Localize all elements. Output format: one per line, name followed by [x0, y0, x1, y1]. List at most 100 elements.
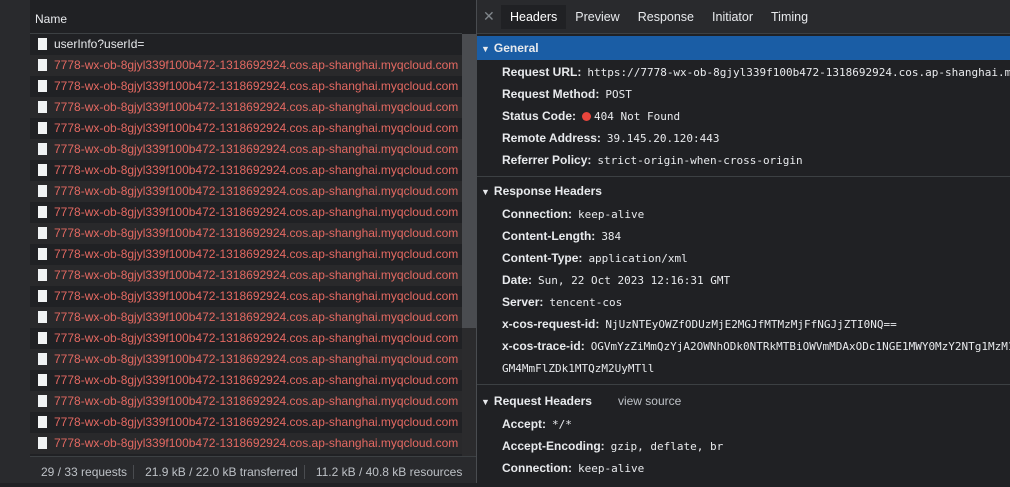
request-name: 7778-wx-ob-8gjyl339f100b472-1318692924.c…	[54, 331, 459, 345]
table-row[interactable]: 7778-wx-ob-8gjyl339f100b472-1318692924.c…	[30, 223, 462, 244]
request-header-connection: Connection: keep-alive	[502, 461, 645, 475]
table-row[interactable]: 7778-wx-ob-8gjyl339f100b472-1318692924.c…	[30, 160, 462, 181]
request-name: 7778-wx-ob-8gjyl339f100b472-1318692924.c…	[54, 310, 459, 324]
requests-count: 29 / 33 requests	[30, 465, 135, 479]
file-icon	[38, 374, 47, 386]
left-gutter	[0, 0, 30, 483]
scrollbar-thumb[interactable]	[462, 34, 476, 328]
response-header-server: Server: tencent-cos	[502, 295, 623, 309]
file-icon	[38, 164, 47, 176]
table-row[interactable]: 7778-wx-ob-8gjyl339f100b472-1318692924.c…	[30, 202, 462, 223]
general-request-method: Request Method: POST	[502, 87, 632, 101]
tab-headers[interactable]: Headers	[501, 5, 567, 29]
request-rows: userInfo?userId= 7778-wx-ob-8gjyl339f100b…	[30, 34, 462, 454]
file-icon	[38, 437, 47, 449]
tab-response[interactable]: Response	[629, 5, 703, 29]
table-row[interactable]: 7778-wx-ob-8gjyl339f100b472-1318692924.c…	[30, 139, 462, 160]
file-icon	[38, 290, 47, 302]
response-headers-section-header[interactable]: ▼ Response Headers	[477, 179, 1010, 203]
general-section-header[interactable]: ▼ General	[477, 36, 1010, 60]
table-row[interactable]: 7778-wx-ob-8gjyl339f100b472-1318692924.c…	[30, 433, 462, 454]
request-name: userInfo?userId=	[54, 37, 145, 51]
response-headers-title: Response Headers	[493, 184, 602, 198]
request-name: 7778-wx-ob-8gjyl339f100b472-1318692924.c…	[54, 415, 459, 429]
file-icon	[38, 143, 47, 155]
request-name: 7778-wx-ob-8gjyl339f100b472-1318692924.c…	[54, 142, 459, 156]
file-icon	[38, 353, 47, 365]
section-divider	[477, 384, 1010, 385]
request-header-accept-encoding: Accept-Encoding: gzip, deflate, br	[502, 439, 724, 453]
table-row[interactable]: 7778-wx-ob-8gjyl339f100b472-1318692924.c…	[30, 328, 462, 349]
triangle-down-icon: ▼	[481, 397, 490, 407]
request-name: 7778-wx-ob-8gjyl339f100b472-1318692924.c…	[54, 289, 459, 303]
request-name: 7778-wx-ob-8gjyl339f100b472-1318692924.c…	[54, 436, 459, 450]
file-icon	[38, 122, 47, 134]
table-row[interactable]: 7778-wx-ob-8gjyl339f100b472-1318692924.c…	[30, 244, 462, 265]
request-name: 7778-wx-ob-8gjyl339f100b472-1318692924.c…	[54, 205, 459, 219]
request-header-accept: Accept: */*	[502, 417, 572, 431]
network-request-panel: Name userInfo?userId= 7778-wx-ob-8gjyl339…	[0, 0, 476, 483]
table-row[interactable]: 7778-wx-ob-8gjyl339f100b472-1318692924.c…	[30, 286, 462, 307]
response-header-content-length: Content-Length: 384	[502, 229, 622, 243]
request-name: 7778-wx-ob-8gjyl339f100b472-1318692924.c…	[54, 184, 459, 198]
request-name: 7778-wx-ob-8gjyl339f100b472-1318692924.c…	[54, 226, 459, 240]
general-title: General	[493, 41, 539, 55]
file-icon	[38, 80, 47, 92]
details-tab-bar: ✕ Headers Preview Response Initiator Timing	[477, 0, 1010, 34]
table-row[interactable]: 7778-wx-ob-8gjyl339f100b472-1318692924.c…	[30, 349, 462, 370]
request-table: Name userInfo?userId= 7778-wx-ob-8gjyl339…	[30, 0, 462, 456]
name-column-header[interactable]: Name	[30, 0, 462, 34]
file-icon	[38, 38, 47, 50]
request-name: 7778-wx-ob-8gjyl339f100b472-1318692924.c…	[54, 58, 459, 72]
file-icon	[38, 332, 47, 344]
table-row[interactable]: 7778-wx-ob-8gjyl339f100b472-1318692924.c…	[30, 55, 462, 76]
table-row[interactable]: 7778-wx-ob-8gjyl339f100b472-1318692924.c…	[30, 307, 462, 328]
general-request-url: Request URL: https://7778-wx-ob-8gjyl339f…	[502, 65, 1010, 79]
response-header-cos-trace-id: x-cos-trace-id: OGVmYzZiMmQzYjA2OWNhODk0N…	[502, 339, 1010, 353]
close-icon[interactable]: ✕	[483, 8, 495, 25]
tab-preview[interactable]: Preview	[566, 5, 628, 29]
request-name: 7778-wx-ob-8gjyl339f100b472-1318692924.c…	[54, 79, 459, 93]
response-header-connection: Connection: keep-alive	[502, 207, 645, 221]
table-row[interactable]: 7778-wx-ob-8gjyl339f100b472-1318692924.c…	[30, 391, 462, 412]
request-headers-section-header[interactable]: ▼ Request Headers view source	[477, 389, 1010, 413]
file-icon	[38, 59, 47, 71]
file-icon	[38, 101, 47, 113]
triangle-down-icon: ▼	[481, 187, 490, 197]
table-row[interactable]: 7778-wx-ob-8gjyl339f100b472-1318692924.c…	[30, 181, 462, 202]
general-remote-address: Remote Address: 39.145.20.120:443	[502, 131, 720, 145]
status-error-dot-icon	[582, 112, 592, 121]
table-row[interactable]: 7778-wx-ob-8gjyl339f100b472-1318692924.c…	[30, 412, 462, 433]
response-header-content-type: Content-Type: application/xml	[502, 251, 688, 265]
request-name: 7778-wx-ob-8gjyl339f100b472-1318692924.c…	[54, 394, 459, 408]
tab-timing[interactable]: Timing	[762, 5, 817, 29]
resources-size: 11.2 kB / 40.8 kB resources	[315, 465, 463, 479]
network-status-bar: 29 / 33 requests 21.9 kB / 22.0 kB transf…	[30, 456, 476, 483]
general-referrer-policy: Referrer Policy: strict-origin-when-cross…	[502, 153, 803, 167]
file-icon	[38, 416, 47, 428]
view-source-link[interactable]: view source	[618, 394, 681, 408]
file-icon	[38, 269, 47, 281]
tab-initiator[interactable]: Initiator	[703, 5, 762, 29]
request-name: 7778-wx-ob-8gjyl339f100b472-1318692924.c…	[54, 121, 459, 135]
table-row[interactable]: 7778-wx-ob-8gjyl339f100b472-1318692924.c…	[30, 97, 462, 118]
file-icon	[38, 206, 47, 218]
table-row[interactable]: 7778-wx-ob-8gjyl339f100b472-1318692924.c…	[30, 265, 462, 286]
file-icon	[38, 248, 47, 260]
triangle-down-icon: ▼	[481, 44, 490, 54]
request-headers-title: Request Headers	[493, 394, 592, 408]
response-header-cos-request-id: x-cos-request-id: NjUzNTEyOWZfODUzMjE2MGJ…	[502, 317, 897, 331]
file-icon	[38, 395, 47, 407]
request-name: 7778-wx-ob-8gjyl339f100b472-1318692924.c…	[54, 268, 459, 282]
table-row[interactable]: 7778-wx-ob-8gjyl339f100b472-1318692924.c…	[30, 370, 462, 391]
table-row[interactable]: 7778-wx-ob-8gjyl339f100b472-1318692924.c…	[30, 76, 462, 97]
request-name: 7778-wx-ob-8gjyl339f100b472-1318692924.c…	[54, 373, 459, 387]
response-header-date: Date: Sun, 22 Oct 2023 12:16:31 GMT	[502, 273, 731, 287]
section-divider	[477, 176, 1010, 177]
request-table-scrollbar[interactable]	[462, 34, 476, 456]
details-tabs: Headers Preview Response Initiator Timing	[501, 5, 817, 29]
table-row[interactable]: userInfo?userId=	[30, 34, 462, 55]
transferred-size: 21.9 kB / 22.0 kB transferred	[134, 465, 305, 479]
response-header-cos-trace-id-continued: GM4MmFlZDk1MTQzM2UyMTll	[502, 362, 655, 375]
table-row[interactable]: 7778-wx-ob-8gjyl339f100b472-1318692924.c…	[30, 118, 462, 139]
